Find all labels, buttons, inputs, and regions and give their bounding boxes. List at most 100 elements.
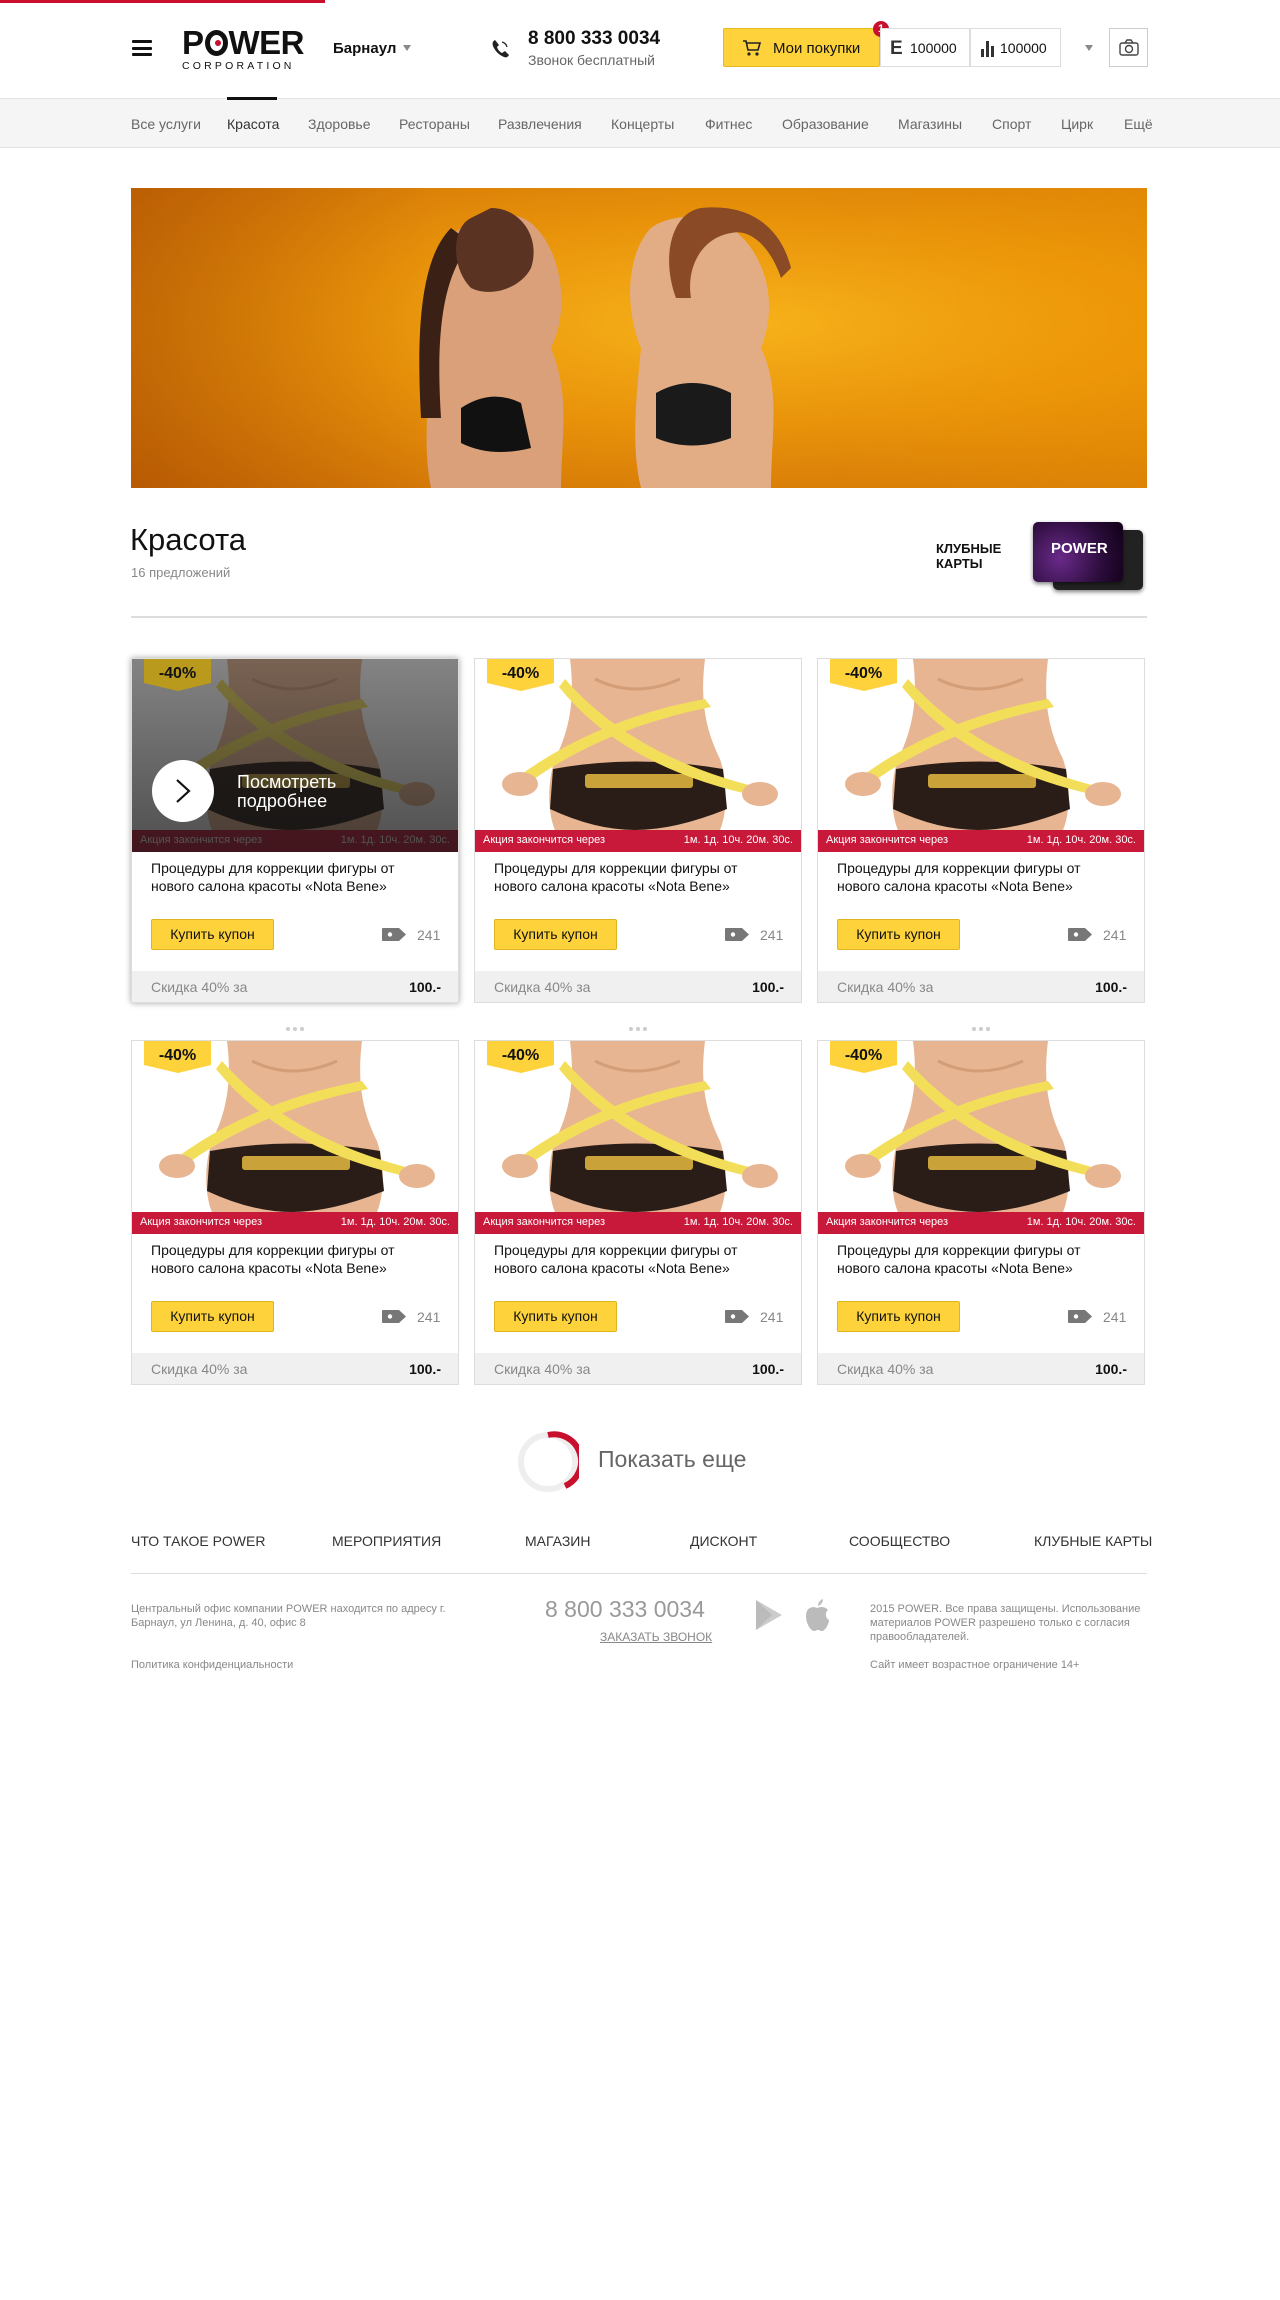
discount-badge: -40% — [487, 1041, 554, 1073]
nav-item-shops[interactable]: Магазины — [898, 116, 962, 132]
product-title[interactable]: Процедуры для коррекции фигуры от нового… — [837, 859, 1127, 895]
points-icon: Е — [890, 38, 903, 59]
price-label: Скидка 40% за — [837, 979, 934, 995]
nav-item-sport[interactable]: Спорт — [992, 116, 1031, 132]
price-label: Скидка 40% за — [837, 1361, 934, 1377]
product-title[interactable]: Процедуры для коррекции фигуры от нового… — [837, 1241, 1127, 1277]
product-price-bar: Скидка 40% за 100.- — [132, 971, 458, 1002]
footer-link-shop[interactable]: МАГАЗИН — [525, 1533, 590, 1549]
price-label: Скидка 40% за — [494, 979, 591, 995]
buy-coupon-button[interactable]: Купить купон — [151, 919, 274, 950]
buy-coupon-button[interactable]: Купить купон — [151, 1301, 274, 1332]
discount-value: -40% — [158, 665, 197, 682]
nav-item-health[interactable]: Здоровье — [308, 116, 371, 132]
timer-label: Акция закончится через — [826, 1216, 949, 1228]
price-value: 100.- — [409, 979, 441, 995]
price-value: 100.- — [752, 979, 784, 995]
product-title[interactable]: Процедуры для коррекции фигуры от нового… — [151, 1241, 441, 1277]
product-card[interactable]: Акция закончится через 1м. 1д. 10ч. 20м. … — [817, 658, 1145, 1003]
nav-item-beauty[interactable]: Красота — [227, 116, 279, 132]
coupons-sold-count: 241 — [1103, 1309, 1127, 1325]
show-more-button[interactable]: Показать еще — [598, 1446, 746, 1473]
nav-item-concerts[interactable]: Концерты — [611, 116, 674, 132]
coupon-tag-icon — [382, 1310, 406, 1323]
product-title[interactable]: Процедуры для коррекции фигуры от нового… — [494, 859, 784, 895]
footer-link-community[interactable]: СООБЩЕСТВО — [849, 1533, 950, 1549]
phone-note: Звонок бесплатный — [528, 52, 655, 68]
nav-item-entertainment[interactable]: Развлечения — [498, 116, 582, 132]
product-title[interactable]: Процедуры для коррекции фигуры от нового… — [494, 1241, 784, 1277]
timer-label: Акция закончится через — [826, 834, 949, 846]
coupons-sold-count: 241 — [760, 1309, 784, 1325]
buy-coupon-button[interactable]: Купить купон — [837, 1301, 960, 1332]
timer-value: 1м. 1д. 10ч. 20м. 30с. — [683, 834, 793, 846]
google-play-icon[interactable] — [754, 1598, 784, 1637]
price-value: 100.- — [409, 1361, 441, 1377]
menu-icon[interactable] — [132, 40, 152, 56]
my-purchases-button[interactable]: Мои покупки — [723, 28, 880, 67]
more-dots-icon — [629, 1018, 651, 1031]
privacy-link[interactable]: Политика конфиденциальности — [131, 1659, 293, 1671]
product-title[interactable]: Процедуры для коррекции фигуры от нового… — [151, 859, 441, 895]
timer-label: Акция закончится через — [140, 1216, 263, 1228]
product-card[interactable]: Акция закончится через1м. 1д. 10ч. 20м. … — [131, 1040, 459, 1385]
price-value: 100.- — [1095, 1361, 1127, 1377]
footer-link-about[interactable]: ЧТО ТАКОЕ POWER — [131, 1533, 265, 1549]
promo-timer: Акция закончится через 1м. 1д. 10ч. 20м. … — [132, 1212, 458, 1234]
chevron-down-icon[interactable] — [1085, 45, 1093, 51]
buy-coupon-button[interactable]: Купить купон — [494, 919, 617, 950]
footer-link-events[interactable]: МЕРОПРИЯТИЯ — [332, 1533, 441, 1549]
timer-label: Акция закончится через — [483, 1216, 606, 1228]
coupons-sold-count: 241 — [1103, 927, 1127, 943]
camera-button[interactable] — [1109, 28, 1148, 67]
buy-coupon-button[interactable]: Купить купон — [494, 1301, 617, 1332]
promo-timer: Акция закончится через 1м. 1д. 10ч. 20м. … — [475, 830, 801, 852]
nav-item-education[interactable]: Образование — [782, 116, 869, 132]
city-selector[interactable]: Барнаул — [333, 40, 396, 57]
timer-value: 1м. 1д. 10ч. 20м. 30с. — [1026, 834, 1136, 846]
product-price-bar: Скидка 40% за 100.- — [475, 1353, 801, 1384]
section-divider — [131, 616, 1147, 618]
product-card[interactable]: Акция закончится через1м. 1д. 10ч. 20м. … — [817, 1040, 1145, 1385]
apple-icon[interactable] — [802, 1598, 832, 1637]
view-details-button[interactable] — [152, 760, 214, 822]
coupons-sold-count: 241 — [417, 927, 441, 943]
rating-value: 100000 — [1000, 40, 1047, 56]
logo-subtitle: CORPORATION — [182, 60, 295, 72]
club-cards-label[interactable]: КЛУБНЫЕ КАРТЫ — [936, 541, 1016, 571]
nav-item-all[interactable]: Все услуги — [131, 116, 201, 132]
footer-link-discount[interactable]: ДИСКОНТ — [690, 1533, 757, 1549]
logo[interactable]: P WER CORPORATION — [182, 26, 304, 72]
price-value: 100.- — [1095, 979, 1127, 995]
rating-counter[interactable]: 100000 — [970, 28, 1061, 67]
nav-item-fitness[interactable]: Фитнес — [705, 116, 752, 132]
cart-icon — [742, 39, 762, 57]
nav-item-circus[interactable]: Цирк — [1061, 116, 1093, 132]
view-details-label[interactable]: Посмотреть подробнее — [237, 773, 397, 811]
buy-coupon-button[interactable]: Купить купон — [837, 919, 960, 950]
discount-badge: -40% — [830, 1041, 897, 1073]
club-cards-image[interactable]: POWER — [1033, 522, 1147, 590]
price-label: Скидка 40% за — [494, 1361, 591, 1377]
product-card[interactable]: Акция закончится через1м. 1д. 10ч. 20м. … — [474, 658, 802, 1003]
camera-icon — [1119, 39, 1139, 56]
price-value: 100.- — [752, 1361, 784, 1377]
product-card[interactable]: Акция закончится через1м. 1д. 10ч. 20м. … — [131, 658, 459, 1003]
header: P WER CORPORATION Барнаул 8 800 333 0034 … — [0, 0, 1280, 98]
loading-spinner-icon[interactable] — [517, 1431, 585, 1493]
discount-value: -40% — [501, 1047, 540, 1064]
nav-item-more[interactable]: Ещё — [1124, 116, 1153, 132]
nav-item-restaurants[interactable]: Рестораны — [399, 116, 470, 132]
chevron-right-icon — [176, 779, 191, 803]
footer-link-club-cards[interactable]: КЛУБНЫЕ КАРТЫ — [1034, 1533, 1152, 1549]
order-call-link[interactable]: ЗАКАЗАТЬ ЗВОНОК — [600, 1630, 712, 1644]
chevron-down-icon[interactable] — [403, 45, 411, 51]
price-label: Скидка 40% за — [151, 1361, 248, 1377]
promo-banner[interactable] — [131, 188, 1147, 488]
footer-phone[interactable]: 8 800 333 0034 — [545, 1596, 705, 1623]
coupon-tag-icon — [1068, 1310, 1092, 1323]
points-counter[interactable]: Е 100000 — [880, 28, 970, 67]
product-card[interactable]: Акция закончится через1м. 1д. 10ч. 20м. … — [474, 1040, 802, 1385]
discount-value: -40% — [158, 1047, 197, 1064]
header-phone[interactable]: 8 800 333 0034 — [528, 28, 660, 50]
